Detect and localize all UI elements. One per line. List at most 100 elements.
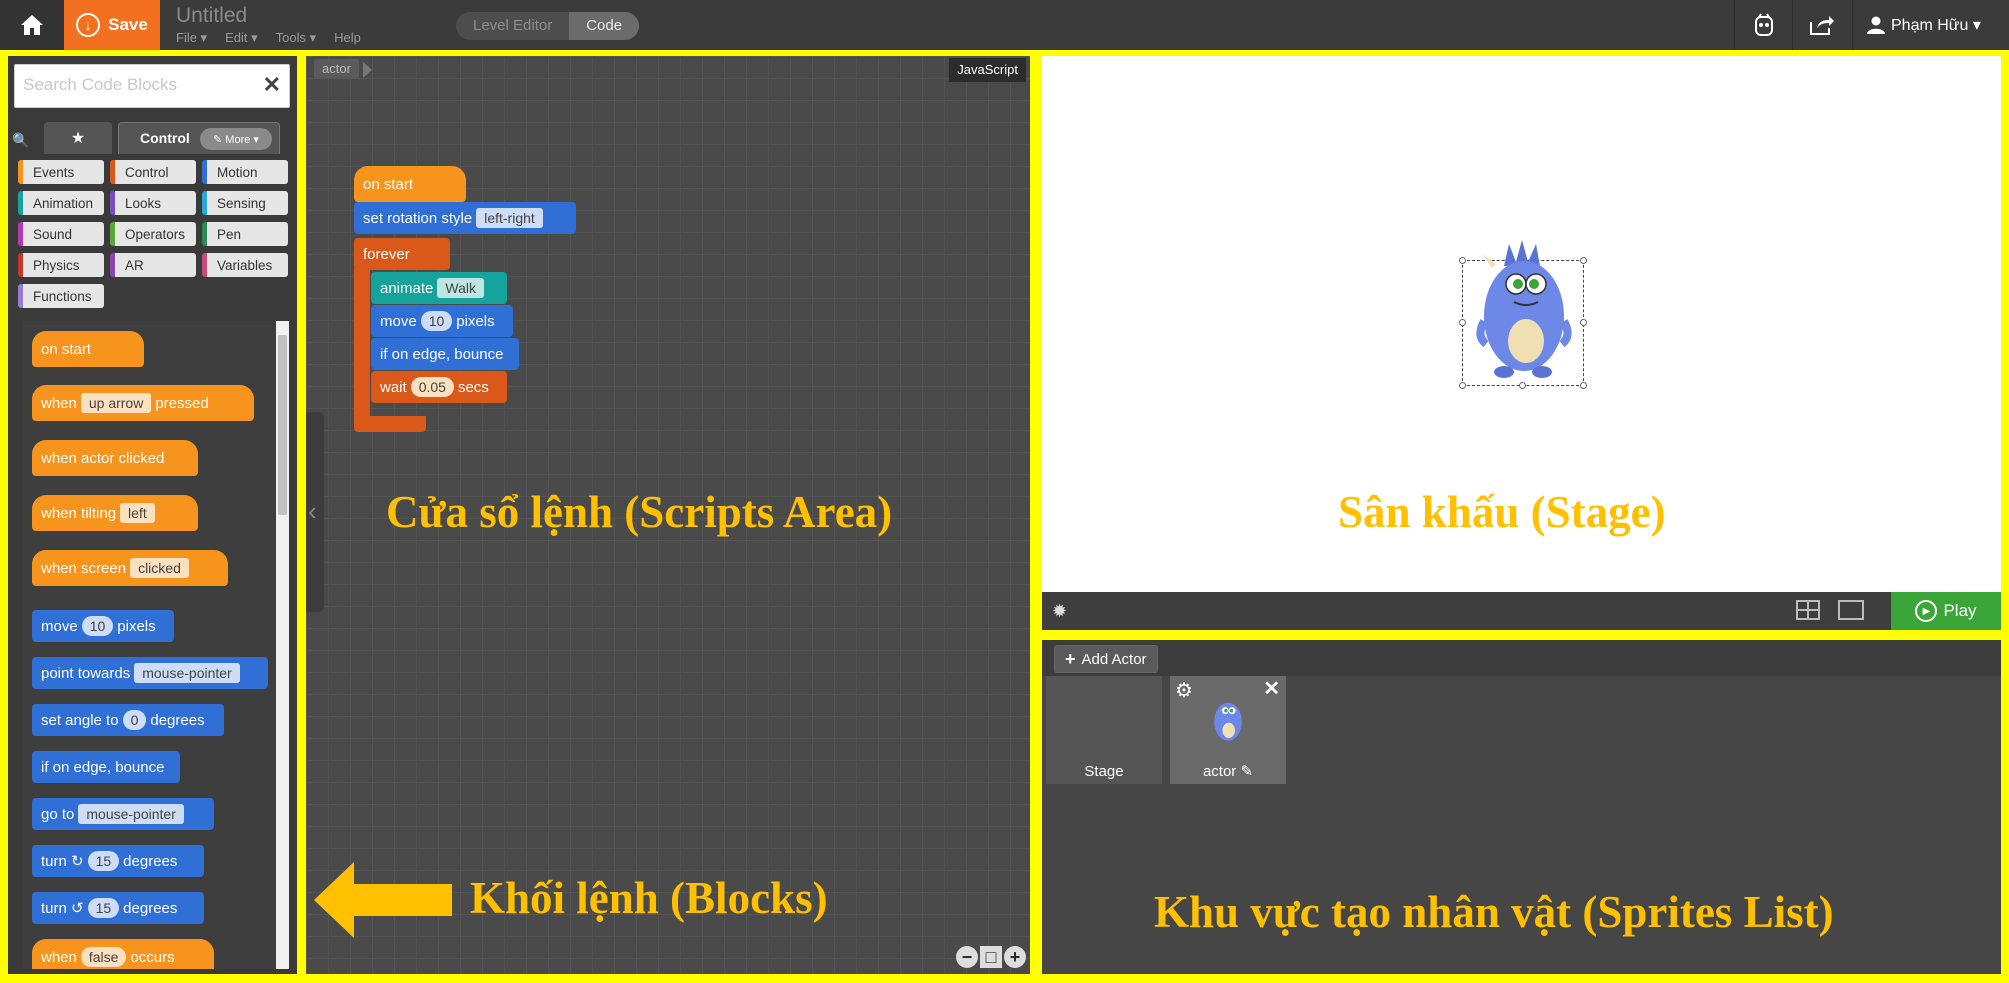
debug-bug-icon[interactable]: ✹ bbox=[1052, 601, 1067, 622]
block-move[interactable]: move 10 pixels bbox=[371, 305, 513, 337]
palette-block[interactable]: when up arrow pressed bbox=[32, 385, 254, 421]
category-events[interactable]: Events bbox=[18, 160, 104, 184]
javascript-button[interactable]: JavaScript bbox=[949, 58, 1026, 82]
resize-handle[interactable] bbox=[1459, 319, 1466, 326]
menu-edit[interactable]: Edit ▾ bbox=[225, 30, 258, 46]
search-icon[interactable]: 🔍 bbox=[12, 132, 29, 149]
resize-handle[interactable] bbox=[1459, 257, 1466, 264]
palette-block[interactable]: point towards mouse-pointer bbox=[32, 657, 268, 689]
actor-breadcrumb[interactable]: actor bbox=[314, 59, 359, 79]
menu-tools[interactable]: Tools ▾ bbox=[276, 30, 317, 46]
clear-search-icon[interactable]: ✕ bbox=[263, 72, 281, 98]
fullscreen-icon[interactable] bbox=[1838, 600, 1864, 620]
share-button[interactable] bbox=[1792, 0, 1850, 50]
palette-block[interactable]: if on edge, bounce bbox=[32, 751, 180, 783]
sprite-card-stage[interactable]: Stage bbox=[1046, 676, 1162, 784]
menu-help[interactable]: Help bbox=[334, 30, 361, 46]
block-argument[interactable]: clicked bbox=[130, 558, 189, 578]
sprite-card-actor[interactable]: ⚙ ✕ actor ✎ bbox=[1170, 676, 1286, 784]
block-if-on-edge-bounce[interactable]: if on edge, bounce bbox=[371, 338, 519, 370]
category-variables[interactable]: Variables bbox=[202, 253, 288, 277]
zoom-out-icon[interactable]: − bbox=[956, 946, 978, 968]
asset-library-button[interactable] bbox=[1734, 0, 1792, 50]
collapse-palette-tab[interactable]: ‹ bbox=[306, 412, 324, 612]
palette-block[interactable]: turn ↺ 15 degrees bbox=[32, 892, 204, 924]
zoom-reset-icon[interactable]: □ bbox=[980, 946, 1002, 968]
tab-favorites[interactable]: ★ bbox=[44, 122, 112, 154]
category-pen[interactable]: Pen bbox=[202, 222, 288, 246]
block-argument[interactable]: false bbox=[80, 947, 127, 967]
share-icon bbox=[1809, 16, 1834, 35]
search-input[interactable] bbox=[15, 65, 245, 105]
palette-block[interactable]: when false occurs bbox=[32, 939, 214, 969]
palette-block[interactable]: when tilting left bbox=[32, 495, 198, 531]
level-editor-tab[interactable]: Level Editor bbox=[456, 12, 569, 40]
palette-block[interactable]: go to mouse-pointer bbox=[32, 798, 214, 830]
move-amount-input[interactable]: 10 bbox=[420, 311, 453, 331]
block-text: degrees bbox=[150, 711, 205, 729]
gear-icon[interactable]: ⚙ bbox=[1175, 678, 1193, 703]
user-menu[interactable]: Phạm Hữu ▾ bbox=[1852, 0, 2009, 50]
add-actor-button[interactable]: + Add Actor bbox=[1054, 645, 1158, 673]
scripts-area[interactable]: actor JavaScript ‹ on start set rotation… bbox=[306, 56, 1030, 974]
code-tab[interactable]: Code bbox=[569, 12, 640, 40]
block-argument[interactable]: mouse-pointer bbox=[78, 804, 184, 824]
stage[interactable]: Sân khấu (Stage) ✹ ▶ Play bbox=[1042, 56, 2001, 630]
block-on-start[interactable]: on start bbox=[354, 166, 466, 202]
palette-block[interactable]: move 10 pixels bbox=[32, 610, 174, 642]
home-icon bbox=[21, 15, 43, 35]
block-text: pixels bbox=[117, 617, 156, 635]
block-set-rotation-style[interactable]: set rotation style left-right bbox=[354, 202, 576, 234]
star-icon: ★ bbox=[70, 130, 86, 147]
more-button[interactable]: ✎ More ▾ bbox=[200, 128, 272, 150]
block-forever[interactable]: forever bbox=[354, 238, 450, 270]
sprite-name[interactable]: actor ✎ bbox=[1170, 762, 1286, 780]
category-animation[interactable]: Animation bbox=[18, 191, 104, 215]
home-button[interactable] bbox=[0, 0, 64, 50]
menu-file[interactable]: File ▾ bbox=[176, 30, 207, 46]
layout-grid-icon[interactable] bbox=[1796, 600, 1820, 620]
category-control[interactable]: Control bbox=[110, 160, 196, 184]
category-operators[interactable]: Operators bbox=[110, 222, 196, 246]
block-argument[interactable]: 0 bbox=[122, 710, 147, 730]
block-wait[interactable]: wait 0.05 secs bbox=[371, 371, 507, 403]
block-argument[interactable]: mouse-pointer bbox=[134, 663, 240, 683]
stage-caption: Sân khấu (Stage) bbox=[1338, 487, 1666, 537]
palette-block[interactable]: when actor clicked bbox=[32, 440, 198, 476]
resize-handle[interactable] bbox=[1580, 382, 1587, 389]
palette-block[interactable]: turn ↻ 15 degrees bbox=[32, 845, 204, 877]
save-button[interactable]: ↓ Save bbox=[64, 0, 160, 50]
monster-actor-sprite[interactable] bbox=[1474, 236, 1574, 386]
category-ar[interactable]: AR bbox=[110, 253, 196, 277]
resize-handle[interactable] bbox=[1459, 382, 1466, 389]
block-animate[interactable]: animate Walk bbox=[371, 272, 507, 304]
category-functions[interactable]: Functions bbox=[18, 284, 104, 308]
save-label: Save bbox=[108, 15, 148, 34]
zoom-in-icon[interactable]: + bbox=[1004, 946, 1026, 968]
block-argument[interactable]: up arrow bbox=[80, 393, 152, 413]
rotation-style-dropdown[interactable]: left-right bbox=[476, 208, 543, 228]
category-sound[interactable]: Sound bbox=[18, 222, 104, 246]
block-argument[interactable]: 10 bbox=[81, 616, 114, 636]
resize-handle[interactable] bbox=[1580, 319, 1587, 326]
category-physics[interactable]: Physics bbox=[18, 253, 104, 277]
palette-block[interactable]: when screen clicked bbox=[32, 550, 228, 586]
block-argument[interactable]: 15 bbox=[87, 851, 120, 871]
close-icon[interactable]: ✕ bbox=[1263, 676, 1280, 701]
category-looks[interactable]: Looks bbox=[110, 191, 196, 215]
document-title[interactable]: Untitled bbox=[176, 4, 247, 28]
wait-seconds-input[interactable]: 0.05 bbox=[410, 377, 454, 397]
category-sensing[interactable]: Sensing bbox=[202, 191, 288, 215]
block-argument[interactable]: left bbox=[120, 503, 155, 523]
play-button[interactable]: ▶ Play bbox=[1891, 592, 2001, 630]
block-argument[interactable]: 15 bbox=[87, 898, 120, 918]
palette-block[interactable]: on start bbox=[32, 331, 144, 367]
palette-block[interactable]: set angle to 0 degrees bbox=[32, 704, 224, 736]
animation-dropdown[interactable]: Walk bbox=[437, 278, 484, 298]
plus-icon: + bbox=[1065, 648, 1076, 669]
category-motion[interactable]: Motion bbox=[202, 160, 288, 184]
resize-handle[interactable] bbox=[1580, 257, 1587, 264]
tab-control[interactable]: Control ✎ More ▾ bbox=[118, 122, 280, 154]
scrollbar-thumb[interactable] bbox=[278, 335, 287, 515]
palette-scrollbar[interactable] bbox=[276, 321, 289, 969]
